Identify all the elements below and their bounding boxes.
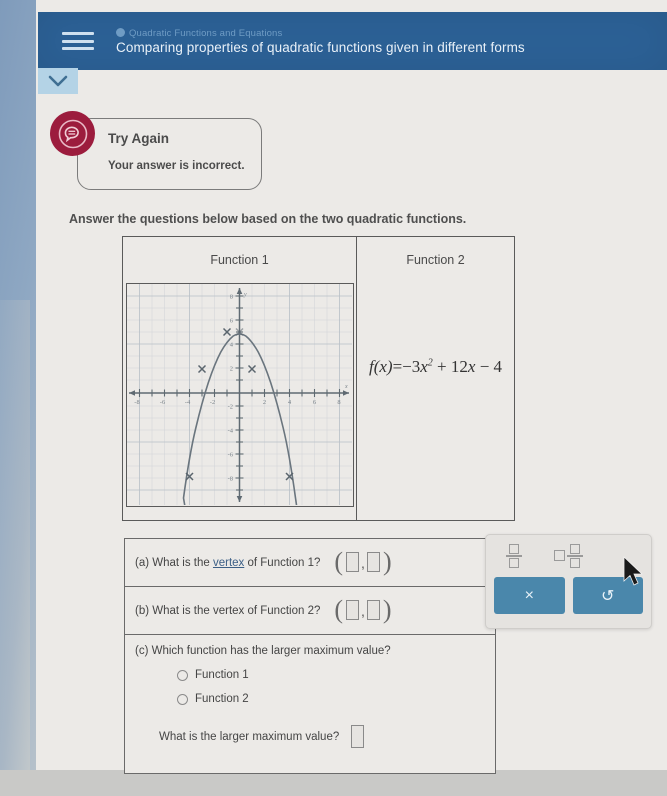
vertex-glossary-link[interactable]: vertex — [213, 557, 244, 569]
question-a-prefix: (a) What is the — [135, 556, 213, 569]
screen-left-edge-lower — [0, 300, 30, 796]
hamburger-menu-icon[interactable] — [62, 28, 94, 54]
topic-dot-icon — [116, 28, 125, 37]
question-a-y-field[interactable] — [366, 552, 380, 573]
svg-text:-6: -6 — [228, 452, 234, 459]
function2-header: Function 2 — [406, 253, 465, 267]
open-paren: ( — [334, 595, 344, 625]
functions-table: Function 1 -8 -6 -4 -2 2 4 6 8 8 6 4 2 -… — [122, 236, 515, 521]
svg-text:y: y — [243, 292, 247, 298]
svg-text:-4: -4 — [228, 428, 234, 435]
question-b-label: (b) What is the vertex of Function 2? — [135, 604, 321, 617]
undo-button[interactable]: ↺ — [572, 577, 643, 614]
feedback-badge — [50, 111, 95, 156]
instruction-text: Answer the questions below based on the … — [69, 212, 467, 226]
function1-cell: Function 1 -8 -6 -4 -2 2 4 6 8 8 6 4 2 -… — [123, 237, 357, 520]
svg-text:-8: -8 — [134, 399, 139, 406]
fn2-term1-exp: 2 — [427, 357, 433, 369]
radio-icon[interactable] — [177, 693, 188, 705]
question-a-x-field[interactable] — [346, 552, 360, 573]
svg-text:-8: -8 — [228, 476, 233, 483]
svg-text:x: x — [344, 384, 348, 390]
fraction-icon — [506, 543, 522, 569]
chevron-down-icon — [48, 75, 68, 87]
svg-text:-4: -4 — [185, 399, 191, 406]
svg-text:8: 8 — [230, 294, 233, 301]
app-header: Quadratic Functions and Equations Compar… — [38, 12, 667, 70]
questions-box: (a) What is the vertex of Function 1? ( … — [124, 538, 496, 774]
mixed-number-button[interactable] — [554, 543, 583, 569]
fn2-term2: + 12 — [437, 357, 468, 376]
fn2-term3: − 4 — [479, 357, 503, 376]
radio-option-function1[interactable]: Function 1 — [125, 669, 495, 681]
question-b-y-field[interactable] — [366, 600, 380, 621]
radio-label-function1: Function 1 — [195, 669, 249, 681]
open-paren: ( — [334, 547, 344, 577]
comma-separator: , — [361, 602, 365, 619]
question-a-label: (a) What is the vertex of Function 1? — [125, 557, 320, 569]
question-a-row: (a) What is the vertex of Function 1? ( … — [125, 539, 495, 587]
svg-text:2: 2 — [263, 399, 266, 406]
parabola-plot: -8 -6 -4 -2 2 4 6 8 8 6 4 2 -2 -4 -6 -8 … — [127, 284, 352, 505]
speech-bubble-icon — [58, 119, 87, 148]
header-eyebrow-text: Quadratic Functions and Equations — [129, 28, 283, 39]
screenshot-root: Quadratic Functions and Equations Compar… — [0, 0, 667, 796]
question-b-x-field[interactable] — [346, 600, 360, 621]
function2-cell: Function 2 f(x)=−3x2 + 12x − 4 — [357, 237, 514, 520]
svg-text:-2: -2 — [228, 404, 233, 411]
feedback-title: Try Again — [108, 131, 170, 146]
question-b-answer-input[interactable]: ( , ) — [334, 595, 392, 625]
function1-header: Function 1 — [210, 253, 269, 267]
radio-icon[interactable] — [177, 669, 188, 681]
question-b-row: (b) What is the vertex of Function 2? ( … — [125, 587, 495, 635]
expand-panel-button[interactable] — [38, 68, 78, 94]
svg-text:-6: -6 — [160, 399, 166, 406]
close-paren: ) — [382, 547, 392, 577]
radio-option-function2[interactable]: Function 2 — [125, 693, 495, 705]
question-a-suffix: of Function 1? — [244, 556, 321, 569]
close-paren: ) — [382, 595, 392, 625]
mixed-number-icon — [567, 543, 583, 569]
question-c-followup: What is the larger maximum value? — [125, 725, 495, 748]
math-keypad: × ↺ — [485, 534, 652, 629]
mixed-number-whole-icon — [554, 550, 565, 562]
question-c-answer-field[interactable] — [351, 725, 365, 748]
fraction-button[interactable] — [506, 543, 522, 569]
question-a-answer-input[interactable]: ( , ) — [334, 547, 392, 577]
question-c-label: (c) Which function has the larger maximu… — [135, 645, 391, 657]
page-title: Comparing properties of quadratic functi… — [116, 40, 525, 55]
comma-separator: , — [361, 554, 365, 571]
svg-text:-2: -2 — [210, 399, 215, 406]
fn2-lhs: f(x) — [368, 357, 393, 376]
clear-button[interactable]: × — [494, 577, 565, 614]
question-c-row: (c) Which function has the larger maximu… — [125, 635, 495, 773]
feedback-callout: Try Again Your answer is incorrect. — [50, 111, 262, 190]
feedback-message: Your answer is incorrect. — [108, 160, 245, 172]
fn2-term1-var: x — [420, 357, 428, 376]
question-c-followup-label: What is the larger maximum value? — [159, 730, 340, 743]
radio-label-function2: Function 2 — [195, 693, 249, 705]
function2-equation: f(x)=−3x2 + 12x − 4 — [357, 357, 514, 377]
function1-graph: -8 -6 -4 -2 2 4 6 8 8 6 4 2 -2 -4 -6 -8 … — [126, 283, 354, 507]
svg-text:8: 8 — [337, 399, 340, 406]
fn2-term2-var: x — [467, 357, 476, 376]
fn2-eq-sign: = — [392, 357, 403, 376]
svg-text:2: 2 — [230, 366, 233, 373]
fn2-term1-coef: −3 — [402, 357, 421, 376]
header-eyebrow: Quadratic Functions and Equations — [116, 28, 282, 39]
